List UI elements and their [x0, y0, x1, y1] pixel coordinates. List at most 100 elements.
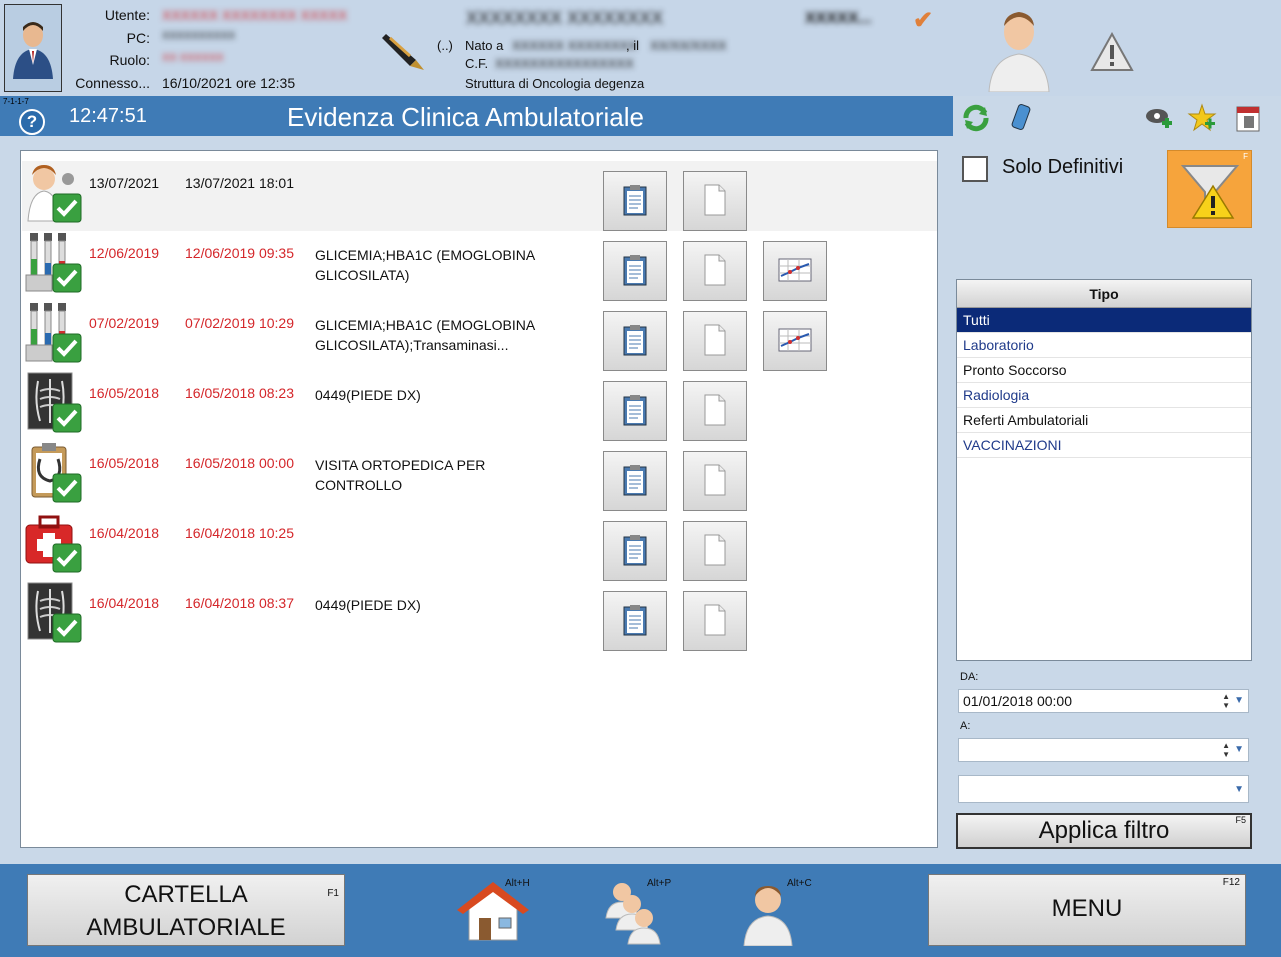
report-icon: [620, 533, 650, 570]
a-dropdown-icon[interactable]: ▼: [1234, 739, 1244, 761]
lab-tubes-icon: [24, 301, 84, 367]
extra-dropdown-icon[interactable]: ▼: [1234, 779, 1244, 801]
report-icon: [620, 253, 650, 290]
row-datetime: 16/04/2018 10:25: [185, 525, 294, 541]
list-item[interactable]: 12/06/2019 12/06/2019 09:35 GLICEMIA;HBA1C…: [22, 231, 937, 301]
a-spinner-icon[interactable]: ▲ ▼: [1222, 741, 1230, 759]
clipboard-stethoscope-icon: [24, 441, 84, 507]
patient-avatar-icon[interactable]: [985, 6, 1053, 95]
patient-id-short: XXXXX...: [805, 10, 872, 27]
list-item[interactable]: 13/07/2021 13/07/2021 18:01: [22, 161, 937, 231]
list-item[interactable]: 16/05/2018 16/05/2018 00:00 VISITA ORTOPED…: [22, 441, 937, 511]
row-description: GLICEMIA;HBA1C (EMOGLOBINA GLICOSILATA);…: [315, 317, 535, 353]
title-bar: 7-1-1-7 ? 12:47:51 Evidenza Clinica Ambu…: [0, 96, 953, 136]
open-chart-button[interactable]: [763, 311, 827, 371]
open-document-button[interactable]: [683, 381, 747, 441]
extra-filter-select[interactable]: ▼: [958, 775, 1249, 803]
tipo-item[interactable]: Tutti: [957, 308, 1251, 333]
row-description: VISITA ORTOPEDICA PER CONTROLLO: [315, 457, 486, 493]
funnel-icon: [1180, 165, 1239, 219]
menu-label: MENU: [1051, 895, 1123, 922]
open-report-button[interactable]: [603, 311, 667, 371]
report-icon: [620, 183, 650, 220]
solo-definitivi-checkbox[interactable]: [962, 156, 988, 182]
da-dropdown-icon[interactable]: ▼: [1234, 690, 1244, 712]
role-label: Ruolo:: [109, 52, 150, 68]
open-report-button[interactable]: [603, 381, 667, 441]
patient-button[interactable]: Alt+C: [740, 878, 820, 948]
row-datetime: 16/05/2018 00:00: [185, 455, 294, 471]
list-item[interactable]: 16/04/2018 16/04/2018 08:37 0449(PIEDE DX): [22, 581, 937, 651]
row-datetime: 12/06/2019 09:35: [185, 245, 294, 261]
da-date-field[interactable]: 01/01/2018 00:00 ▲ ▼ ▼: [958, 689, 1249, 713]
phone-icon[interactable]: [1005, 102, 1037, 134]
cartella-ambulatoriale-button[interactable]: F1 CARTELLA AMBULATORIALE: [27, 874, 345, 946]
calendar-icon[interactable]: [1232, 102, 1264, 134]
refresh-icon[interactable]: [960, 102, 992, 134]
open-document-button[interactable]: [683, 171, 747, 231]
row-date: 12/06/2019: [89, 245, 160, 261]
list-item[interactable]: 07/02/2019 07/02/2019 10:29 GLICEMIA;HBA1C…: [22, 301, 937, 371]
solo-definitivi-label: Solo Definitivi: [1002, 156, 1124, 178]
open-report-button[interactable]: [603, 171, 667, 231]
cf-label: C.F.: [465, 56, 489, 71]
open-report-button[interactable]: [603, 241, 667, 301]
user-value: XXXXXX XXXXXXXX XXXXX: [162, 7, 348, 23]
tipo-item[interactable]: Laboratorio: [957, 333, 1251, 358]
connected-label: Connesso...: [75, 75, 150, 91]
apply-filter-key: F5: [1235, 815, 1246, 825]
home-button[interactable]: Alt+H: [455, 878, 535, 948]
xray-icon: [24, 371, 84, 437]
report-icon: [620, 323, 650, 360]
tipo-list: Tipo Tutti Laboratorio Pronto Soccorso Radi…: [956, 279, 1252, 661]
doctor-icon: [24, 161, 84, 227]
born-date: XX/XX/XXXX: [650, 38, 727, 53]
open-document-button[interactable]: [683, 241, 747, 301]
open-chart-button[interactable]: [763, 241, 827, 301]
open-document-button[interactable]: [683, 521, 747, 581]
document-icon: [702, 533, 728, 570]
open-document-button[interactable]: [683, 311, 747, 371]
tipo-item[interactable]: Pronto Soccorso: [957, 358, 1251, 383]
open-document-button[interactable]: [683, 591, 747, 651]
apply-filter-button[interactable]: Applica filtro F5: [956, 813, 1252, 849]
first-aid-icon: [24, 511, 84, 577]
open-report-button[interactable]: [603, 451, 667, 511]
help-icon[interactable]: ?: [19, 109, 45, 135]
tipo-item[interactable]: Radiologia: [957, 383, 1251, 408]
a-date-field[interactable]: ▲ ▼ ▼: [958, 738, 1249, 762]
connected-value: 16/10/2021 ore 12:35: [162, 75, 296, 91]
da-spinner-icon[interactable]: ▲ ▼: [1222, 692, 1230, 710]
pc-label: PC:: [126, 30, 150, 46]
tipo-item[interactable]: Referti Ambulatoriali: [957, 408, 1251, 433]
row-date: 07/02/2019: [89, 315, 160, 331]
xray-icon: [24, 581, 84, 647]
menu-button[interactable]: F12 MENU: [928, 874, 1246, 946]
tipo-item[interactable]: VACCINAZIONI: [957, 433, 1251, 458]
row-date: 16/05/2018: [89, 385, 160, 401]
pen-icon[interactable]: [380, 26, 426, 75]
da-date-value: 01/01/2018 00:00: [963, 693, 1072, 709]
pc-value: XXXXXXXXXX: [162, 30, 236, 42]
filter-warning-button[interactable]: F: [1167, 150, 1252, 228]
report-icon: [620, 393, 650, 430]
open-report-button[interactable]: [603, 521, 667, 581]
da-label: DA:: [960, 671, 979, 683]
warning-icon[interactable]: [1090, 31, 1134, 75]
cartella-label-line2: AMBULATORIALE: [86, 914, 286, 941]
patients-key: Alt+P: [647, 878, 672, 889]
document-icon: [702, 183, 728, 220]
born-label: Nato a: [465, 38, 504, 53]
version-label: 7-1-1-7: [3, 97, 29, 106]
report-icon: [620, 463, 650, 500]
list-item[interactable]: 16/04/2018 16/04/2018 10:25: [22, 511, 937, 581]
row-description: GLICEMIA;HBA1C (EMOGLOBINA GLICOSILATA): [315, 247, 535, 283]
view-add-icon[interactable]: [1143, 102, 1175, 134]
patients-button[interactable]: Alt+P: [600, 878, 680, 948]
document-icon: [702, 463, 728, 500]
star-icon[interactable]: [1186, 102, 1218, 134]
list-item[interactable]: 16/05/2018 16/05/2018 08:23 0449(PIEDE DX): [22, 371, 937, 441]
document-icon: [702, 393, 728, 430]
open-report-button[interactable]: [603, 591, 667, 651]
open-document-button[interactable]: [683, 451, 747, 511]
